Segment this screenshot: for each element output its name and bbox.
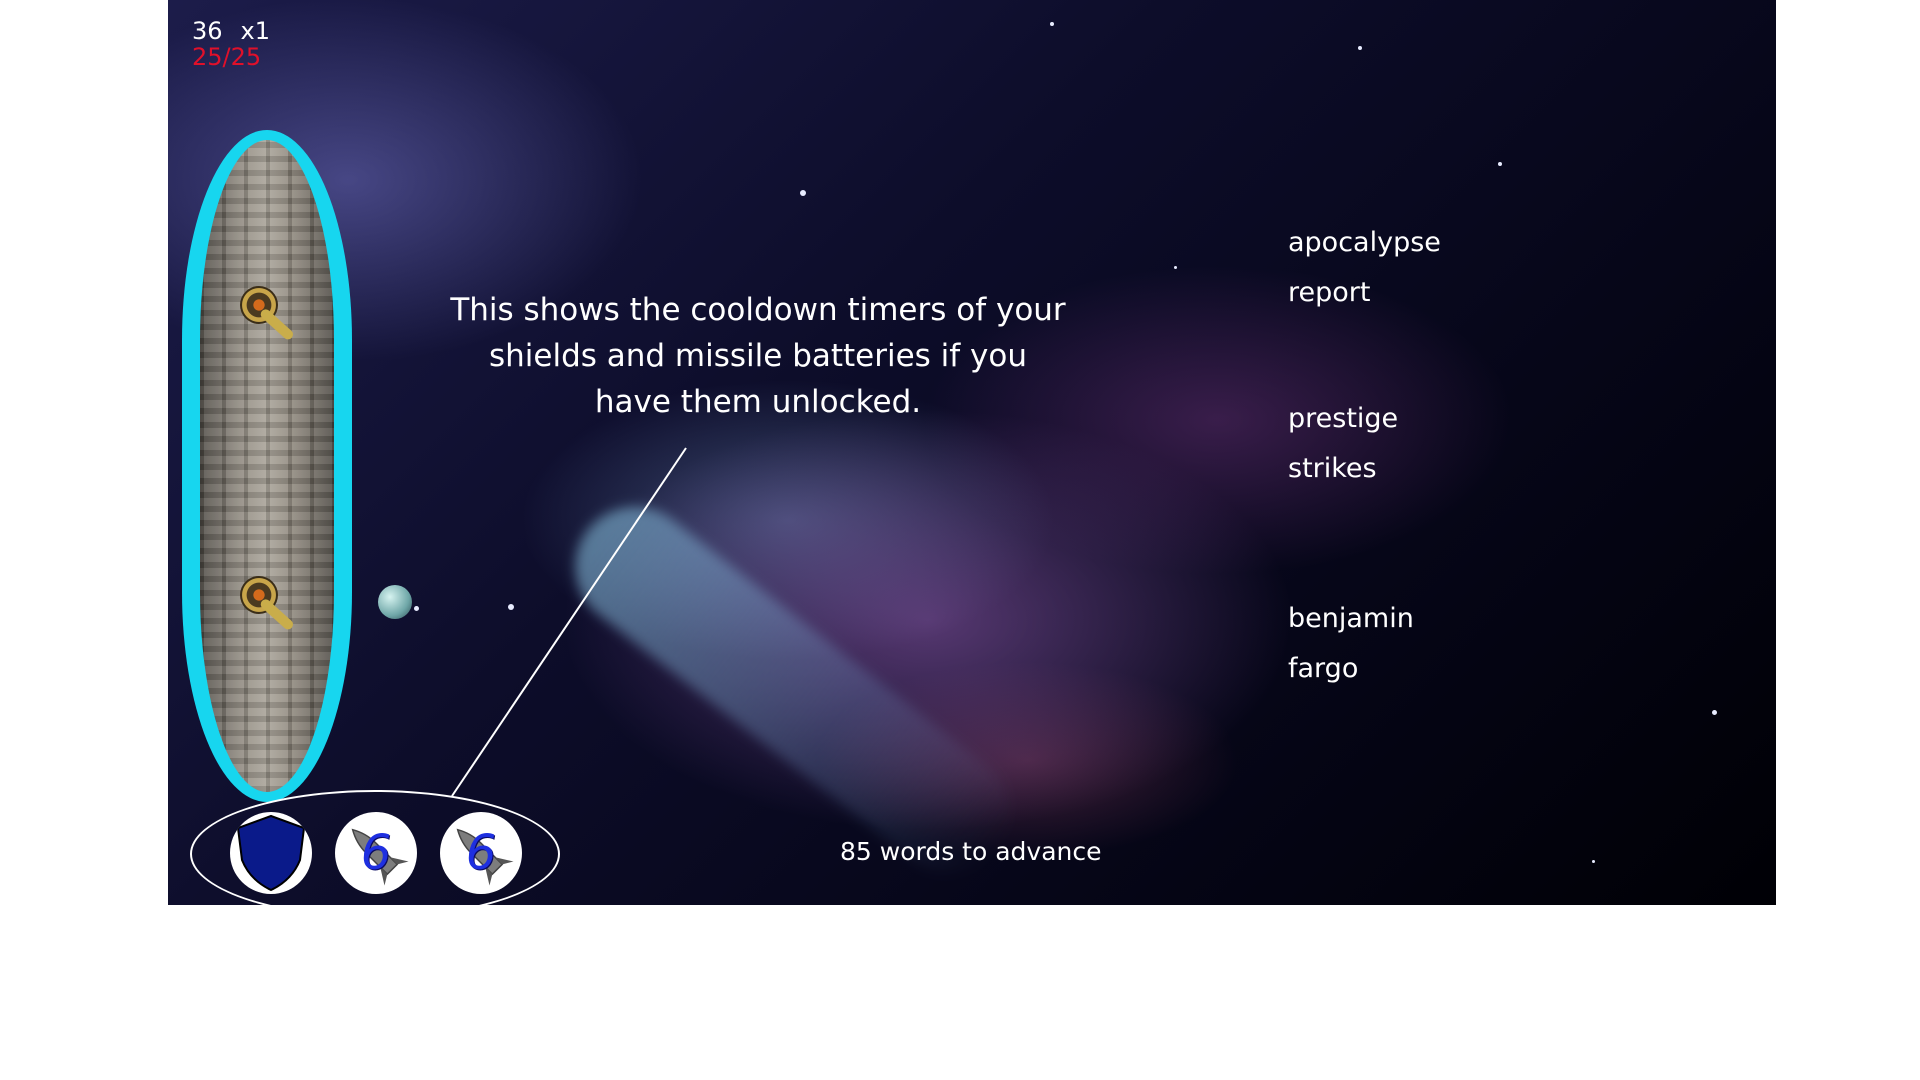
health-readout: 25/25 <box>192 43 262 71</box>
target-word: fargo <box>1288 653 1359 684</box>
star <box>1050 22 1054 26</box>
turret-barrel <box>258 597 296 632</box>
multiplier-value: x1 <box>240 17 271 45</box>
star <box>1592 860 1595 863</box>
game-viewport[interactable]: 36 x1 25/25 This shows the cooldown timer… <box>168 0 1776 905</box>
missile-cooldown-slot: 6 <box>440 812 522 894</box>
target-word: apocalypse <box>1288 227 1441 258</box>
tutorial-line: This shows the cooldown timers of your <box>450 292 1066 328</box>
score-value: 36 <box>192 17 223 45</box>
shield-icon <box>236 814 306 892</box>
ship-hull <box>200 140 334 792</box>
star <box>1174 266 1177 269</box>
star <box>508 604 514 610</box>
missile-cooldown-number: 6 <box>465 825 497 881</box>
target-word: benjamin <box>1288 603 1414 634</box>
turret-barrel <box>258 307 296 342</box>
target-word: strikes <box>1288 453 1377 484</box>
star <box>1712 710 1717 715</box>
shield-cooldown-slot <box>230 812 312 894</box>
star <box>800 190 806 196</box>
words-to-advance: 85 words to advance <box>840 837 1102 866</box>
score-multiplier: 36 x1 <box>192 18 270 44</box>
target-word: prestige <box>1288 403 1399 434</box>
star <box>1358 46 1362 50</box>
target-word: report <box>1288 277 1371 308</box>
tutorial-line: shields and missile batteries if you <box>488 338 1028 374</box>
star <box>414 606 419 611</box>
missile-cooldown-slot: 6 <box>335 812 417 894</box>
planet <box>378 585 412 619</box>
nebula-stream <box>551 482 1035 898</box>
star <box>1498 162 1502 166</box>
player-ship <box>182 130 352 802</box>
tutorial-line: have them unlocked. <box>594 384 922 420</box>
missile-cooldown-number: 6 <box>360 825 392 881</box>
tutorial-callout: This shows the cooldown timers of your s… <box>368 287 1148 425</box>
